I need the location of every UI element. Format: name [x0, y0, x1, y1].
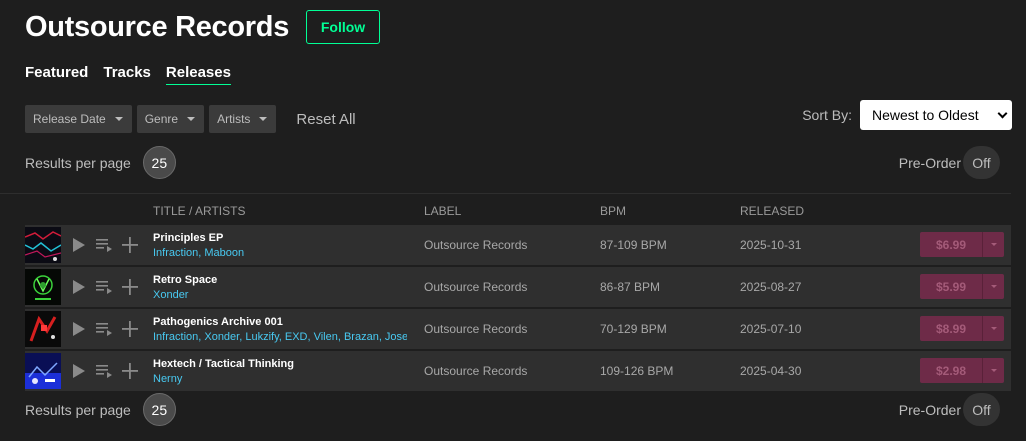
release-list: Principles EP Infraction, Maboon Outsour… [25, 225, 1011, 393]
column-label[interactable]: LABEL [424, 204, 461, 218]
release-label[interactable]: Outsource Records [424, 280, 527, 294]
tab-bar: Featured Tracks Releases [25, 64, 231, 85]
page-title: Outsource Records [25, 10, 290, 43]
add-to-playlist-icon[interactable] [122, 236, 138, 254]
release-title[interactable]: Hextech / Tactical Thinking [153, 358, 294, 370]
release-artwork[interactable] [25, 353, 61, 389]
price-button[interactable]: $5.99 [920, 274, 982, 299]
release-bpm: 109-126 BPM [600, 364, 674, 378]
release-title[interactable]: Principles EP [153, 232, 223, 244]
chevron-down-icon [997, 108, 1008, 118]
release-artists[interactable]: Infraction, Xonder, Lukzify, EXD, Vilen,… [153, 331, 407, 343]
price-dropdown[interactable] [982, 316, 1004, 341]
sort-label: Sort By: [802, 107, 852, 123]
filter-bar: Release Date Genre Artists Reset All [25, 105, 356, 133]
caret-down-icon [990, 243, 997, 246]
price-dropdown[interactable] [982, 274, 1004, 299]
table-row: Hextech / Tactical Thinking Nerny Outsou… [25, 351, 1011, 391]
add-to-playlist-icon[interactable] [122, 320, 138, 338]
release-artwork[interactable] [25, 269, 61, 305]
table-row: Retro Space Xonder Outsource Records 86-… [25, 267, 1011, 307]
preorder-filter-top: Pre-Order Off [899, 146, 1000, 179]
add-to-queue-icon[interactable] [96, 238, 112, 252]
release-artists[interactable]: Infraction, Maboon [153, 247, 407, 259]
table-header: TITLE / ARTISTS LABEL BPM RELEASED [0, 193, 1011, 225]
release-bpm: 70-129 BPM [600, 322, 667, 336]
release-label[interactable]: Outsource Records [424, 364, 527, 378]
results-per-page-button[interactable]: 25 [142, 393, 176, 426]
release-date: 2025-08-27 [740, 280, 802, 294]
results-per-page-top: Results per page 25 [25, 146, 176, 179]
price-button[interactable]: $6.99 [920, 232, 982, 257]
release-artwork[interactable] [25, 227, 61, 263]
results-per-page-label: Results per page [25, 401, 131, 418]
release-label[interactable]: Outsource Records [424, 238, 527, 252]
table-row: Principles EP Infraction, Maboon Outsour… [25, 225, 1011, 265]
release-artists[interactable]: Xonder [153, 289, 407, 301]
results-per-page-button[interactable]: 25 [142, 146, 176, 179]
play-icon[interactable] [73, 322, 85, 336]
preorder-label: Pre-Order [898, 154, 961, 171]
release-bpm: 86-87 BPM [600, 280, 661, 294]
release-label[interactable]: Outsource Records [424, 322, 527, 336]
release-date: 2025-04-30 [740, 364, 802, 378]
add-to-playlist-icon[interactable] [122, 362, 138, 380]
buy-button[interactable]: $2.98 [920, 358, 1004, 383]
genre-filter[interactable]: Genre [136, 105, 205, 133]
preorder-filter-bottom: Pre-Order Off [899, 393, 1000, 426]
preorder-toggle[interactable]: Off [963, 146, 1000, 179]
page-header: Outsource Records Follow [25, 10, 381, 44]
caret-down-icon [187, 117, 196, 121]
play-icon[interactable] [73, 280, 85, 294]
add-to-queue-icon[interactable] [96, 280, 112, 294]
table-row: Pathogenics Archive 001 Infraction, Xond… [25, 309, 1011, 349]
caret-down-icon [259, 117, 268, 121]
buy-button[interactable]: $6.99 [920, 232, 1004, 257]
results-per-page-label: Results per page [25, 154, 131, 171]
artists-filter[interactable]: Artists [209, 105, 277, 133]
release-date: 2025-07-10 [740, 322, 802, 336]
column-bpm[interactable]: BPM [600, 204, 626, 218]
release-artists[interactable]: Nerny [153, 373, 407, 385]
preorder-toggle[interactable]: Off [963, 393, 1000, 426]
column-released[interactable]: RELEASED [740, 204, 804, 218]
sort-value: Newest to Oldest [872, 107, 979, 123]
release-title[interactable]: Retro Space [153, 274, 217, 286]
release-artwork[interactable] [25, 311, 61, 347]
caret-down-icon [990, 327, 997, 330]
buy-button[interactable]: $8.99 [920, 316, 1004, 341]
filter-label: Release Date [33, 112, 106, 126]
release-bpm: 87-109 BPM [600, 238, 667, 252]
caret-down-icon [990, 369, 997, 372]
tab-tracks[interactable]: Tracks [103, 64, 151, 85]
sort-control: Sort By: Newest to Oldest [802, 100, 1012, 130]
column-title[interactable]: TITLE / ARTISTS [153, 204, 245, 218]
add-to-queue-icon[interactable] [96, 364, 112, 378]
release-title[interactable]: Pathogenics Archive 001 [153, 316, 283, 328]
price-dropdown[interactable] [982, 232, 1004, 257]
release-date-filter[interactable]: Release Date [25, 105, 132, 133]
add-to-queue-icon[interactable] [96, 322, 112, 336]
tab-featured[interactable]: Featured [25, 64, 88, 85]
filter-label: Genre [144, 112, 179, 126]
release-date: 2025-10-31 [740, 238, 802, 252]
follow-button[interactable]: Follow [306, 10, 381, 44]
price-button[interactable]: $8.99 [920, 316, 982, 341]
caret-down-icon [990, 285, 997, 288]
reset-all-button[interactable]: Reset All [296, 111, 355, 128]
price-button[interactable]: $2.98 [920, 358, 982, 383]
results-per-page-bottom: Results per page 25 [25, 393, 176, 426]
sort-select[interactable]: Newest to Oldest [860, 100, 1012, 130]
play-icon[interactable] [73, 238, 85, 252]
price-dropdown[interactable] [982, 358, 1004, 383]
add-to-playlist-icon[interactable] [122, 278, 138, 296]
buy-button[interactable]: $5.99 [920, 274, 1004, 299]
play-icon[interactable] [73, 364, 85, 378]
tab-releases[interactable]: Releases [165, 64, 231, 85]
preorder-label: Pre-Order [898, 401, 961, 418]
caret-down-icon [114, 117, 123, 121]
filter-label: Artists [217, 112, 251, 126]
